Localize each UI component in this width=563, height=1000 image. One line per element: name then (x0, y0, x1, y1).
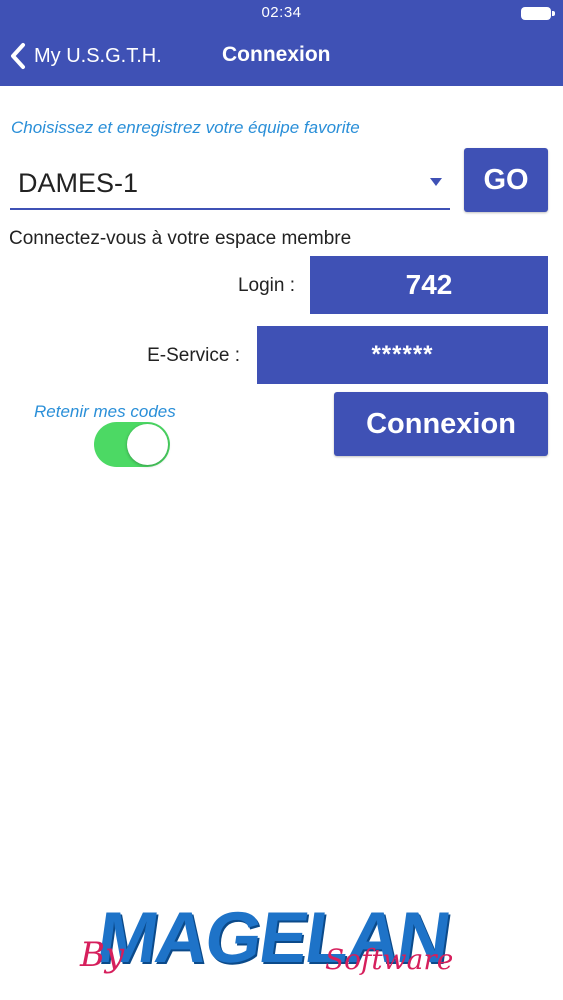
status-time: 02:34 (261, 4, 302, 21)
team-hint: Choisissez et enregistrez votre équipe f… (11, 118, 360, 137)
back-label: My U.S.G.T.H. (34, 44, 162, 67)
status-bar: 02:34 (0, 0, 563, 26)
toggle-knob (127, 424, 168, 465)
remember-codes-toggle[interactable] (94, 422, 170, 467)
battery-icon (521, 7, 555, 20)
connect-button[interactable]: Connexion (334, 392, 548, 456)
page-title: Connexion (222, 43, 331, 66)
team-select[interactable]: DAMES-1 (10, 158, 450, 210)
login-field[interactable]: 742 (310, 256, 548, 314)
eservice-field[interactable]: ****** (257, 326, 548, 384)
magelan-logo: MAGELAN By Software (80, 895, 480, 985)
chevron-left-icon (10, 42, 26, 70)
back-button[interactable]: My U.S.G.T.H. (10, 40, 162, 72)
remember-codes-label: Retenir mes codes (34, 402, 176, 421)
eservice-label: E-Service : (147, 345, 240, 366)
nav-bar: My U.S.G.T.H. Connexion (0, 26, 563, 86)
caret-down-icon (430, 178, 442, 186)
login-label: Login : (237, 275, 295, 296)
logo-software: Software (325, 943, 454, 976)
logo-by: By (80, 935, 125, 975)
go-button[interactable]: GO (464, 148, 548, 212)
team-select-value: DAMES-1 (18, 168, 139, 198)
member-area-text: Connectez-vous à votre espace membre (9, 228, 352, 249)
